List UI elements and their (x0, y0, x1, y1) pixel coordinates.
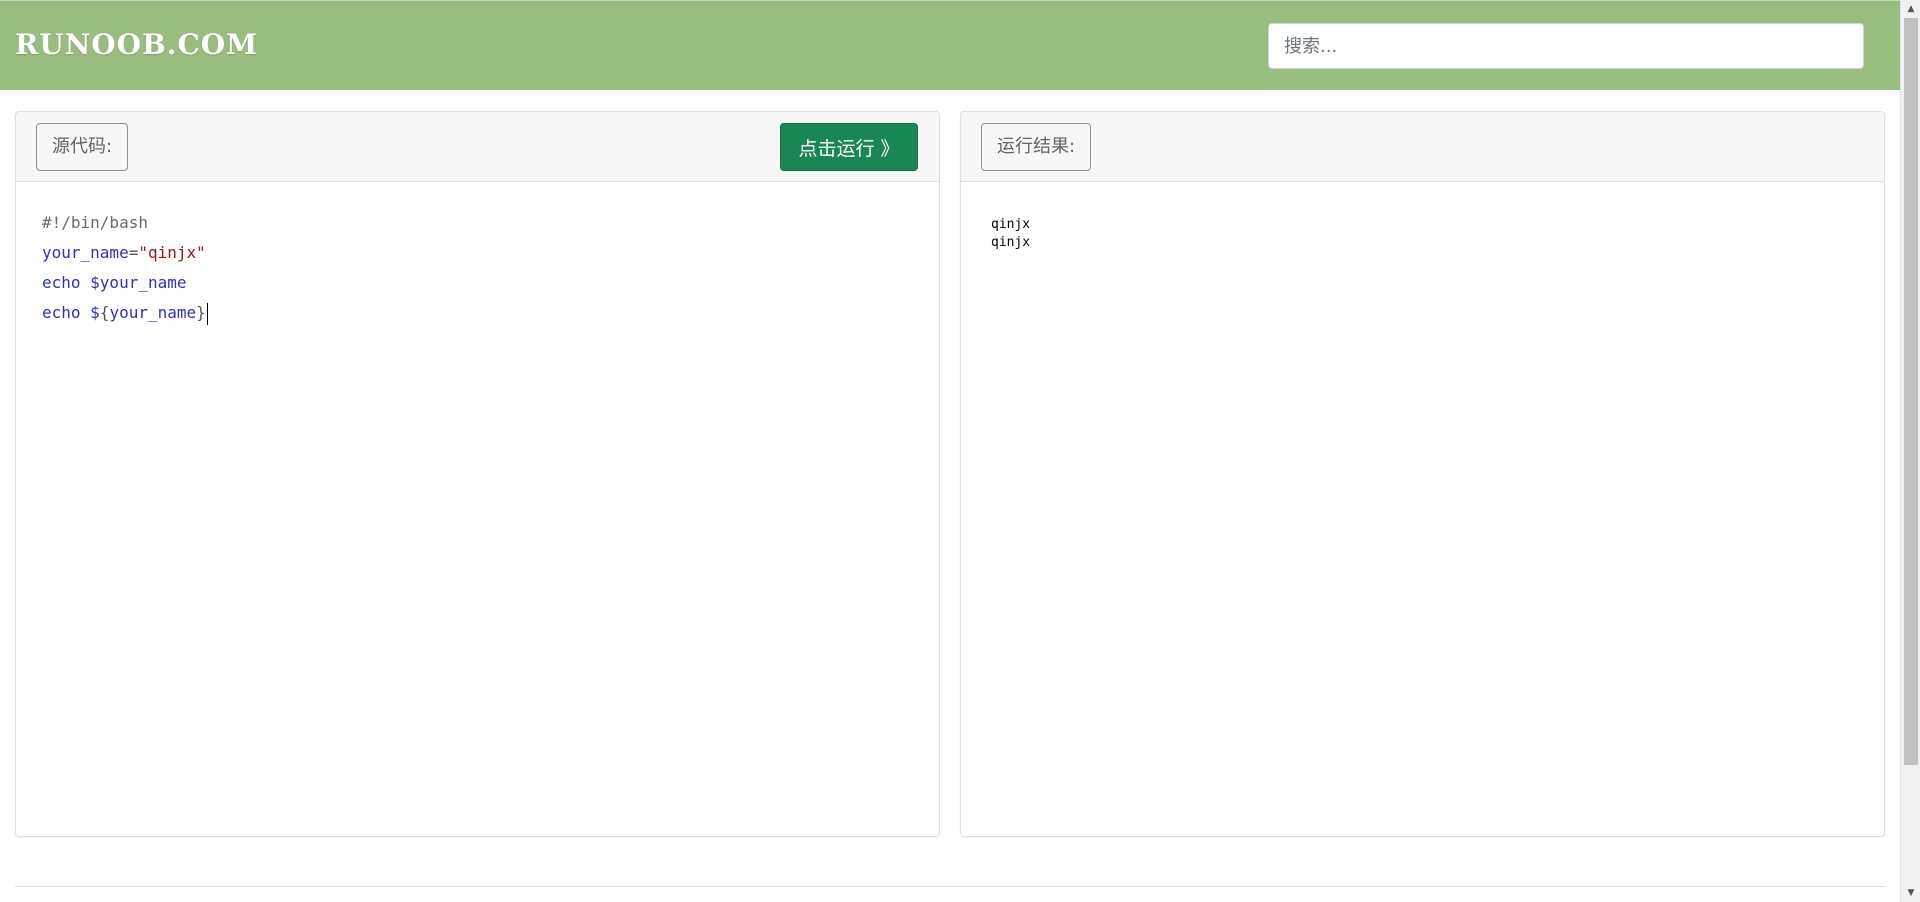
output-area: qinjx qinjx (991, 216, 1030, 252)
source-panel-header: 源代码: 点击运行 》 (16, 112, 939, 182)
scroll-thumb[interactable] (1904, 18, 1918, 765)
output-line: qinjx (991, 235, 1031, 250)
scroll-down-icon[interactable]: ▼ (1901, 884, 1920, 902)
result-panel: 运行结果: qinjx qinjx (960, 111, 1885, 837)
result-label: 运行结果: (981, 123, 1092, 171)
header: RUNOOB.COM (0, 0, 1900, 90)
run-button[interactable]: 点击运行 》 (780, 123, 918, 171)
code-var-name: your_name (42, 243, 129, 262)
search-input[interactable] (1268, 23, 1864, 69)
code-line-shebang: #!/bin/bash (42, 213, 148, 232)
page-scrollbar[interactable]: ▲ ▼ (1900, 0, 1920, 902)
footer-divider (15, 886, 1885, 887)
code-echo-2-prefix: echo $ (42, 303, 100, 322)
code-echo-2-var: your_name (109, 303, 197, 322)
code-brace-close: } (196, 303, 206, 322)
output-line: qinjx (991, 217, 1031, 232)
source-code-label: 源代码: (36, 123, 129, 171)
code-editor[interactable]: #!/bin/bash your_name="qinjx" echo $your… (42, 208, 208, 328)
code-string: "qinjx" (138, 243, 206, 262)
source-code-panel: 源代码: 点击运行 》 #!/bin/bash your_name="qinjx… (15, 111, 940, 837)
code-line-echo-1: echo $your_name (42, 273, 187, 292)
scroll-up-icon[interactable]: ▲ (1901, 0, 1920, 18)
text-cursor (206, 302, 208, 325)
code-brace-open: { (99, 303, 110, 322)
result-panel-header: 运行结果: (961, 112, 1884, 182)
site-logo[interactable]: RUNOOB.COM (15, 28, 258, 61)
code-equals: = (128, 243, 139, 262)
